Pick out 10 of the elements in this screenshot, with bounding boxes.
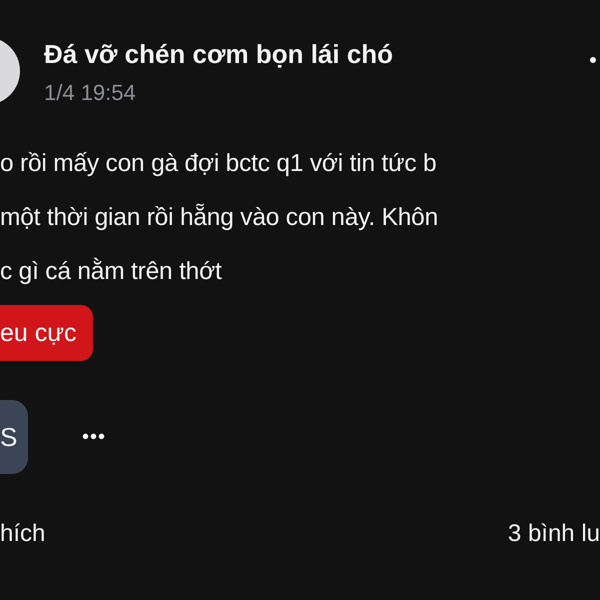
reaction-button[interactable]: S bbox=[0, 400, 28, 474]
sentiment-tag: eu cực bbox=[0, 305, 92, 361]
comment-count[interactable]: 3 bình lu bbox=[508, 520, 600, 548]
post-text: c gì cá nằm trên thớt bbox=[0, 256, 223, 287]
author-name: Đá vỡ chén cơm bọn lái chó bbox=[44, 38, 394, 71]
post-text: một thời gian rồi hẵng vào con này. Khôn bbox=[0, 202, 440, 233]
more-button[interactable]: ••• bbox=[82, 426, 106, 448]
like-count[interactable]: hích bbox=[0, 520, 46, 548]
post-text: o rồi mấy con gà đợi bctc q1 với tin tức b bbox=[0, 149, 438, 179]
post-time: 1/4 19:54 bbox=[44, 79, 137, 107]
